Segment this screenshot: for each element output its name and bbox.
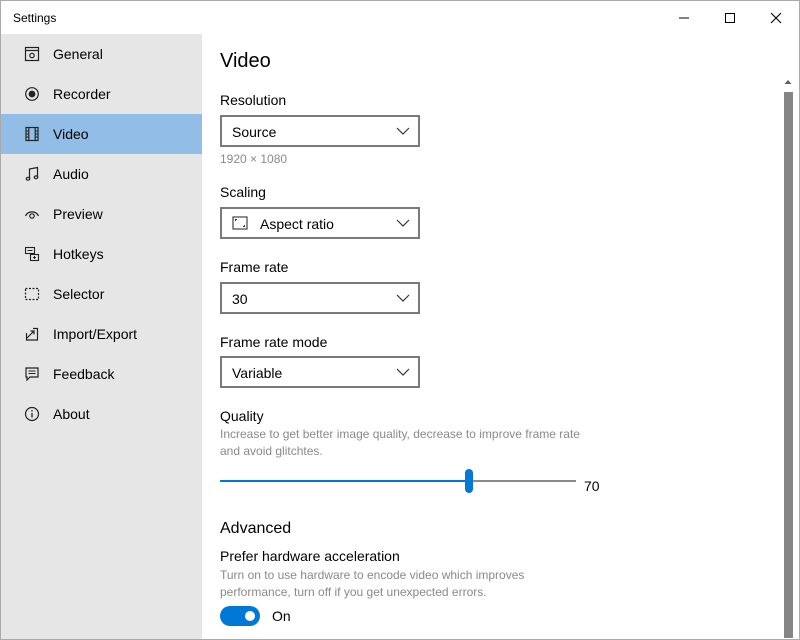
- toggle-knob: [245, 611, 255, 621]
- eye-icon: [23, 205, 41, 223]
- scroll-up-arrow-icon[interactable]: [784, 78, 792, 86]
- sidebar-item-label: Audio: [53, 166, 89, 182]
- hw-accel-toggle[interactable]: [220, 606, 260, 626]
- frame-rate-value: 30: [232, 291, 248, 307]
- scaling-dropdown[interactable]: Aspect ratio: [220, 207, 420, 239]
- scrollbar-thumb[interactable]: [784, 92, 793, 638]
- frame-rate-mode-dropdown[interactable]: Variable: [220, 356, 420, 388]
- maximize-button[interactable]: [707, 1, 753, 34]
- sidebar-item-label: Recorder: [53, 86, 111, 102]
- sidebar-item-hotkeys[interactable]: Hotkeys: [1, 234, 202, 274]
- sidebar-item-feedback[interactable]: Feedback: [1, 354, 202, 394]
- frame-rate-label: Frame rate: [220, 259, 289, 275]
- sidebar-item-label: Feedback: [53, 366, 115, 382]
- chevron-down-icon: [396, 127, 410, 135]
- sidebar-item-label: Import/Export: [53, 326, 138, 342]
- keyboard-shortcut-icon: [23, 245, 41, 263]
- resolution-label: Resolution: [220, 92, 287, 108]
- frame-rate-dropdown[interactable]: 30: [220, 282, 420, 314]
- sidebar-item-preview[interactable]: Preview: [1, 194, 202, 234]
- hw-accel-label: Prefer hardware acceleration: [220, 548, 400, 564]
- hw-accel-hint-line2: performance, turn off if you get unexpec…: [220, 585, 487, 599]
- frame-rate-mode-value: Variable: [232, 365, 283, 381]
- sidebar-item-label: General: [53, 46, 103, 62]
- maximize-icon: [725, 12, 735, 23]
- frame-rate-mode-label: Frame rate mode: [220, 334, 328, 350]
- hw-accel-state-label: On: [272, 608, 291, 624]
- quality-value: 70: [584, 478, 600, 494]
- close-button[interactable]: [753, 1, 799, 34]
- film-icon: [23, 125, 41, 143]
- sidebar-item-video[interactable]: Video: [1, 114, 202, 154]
- resolution-hint: 1920 × 1080: [220, 152, 288, 166]
- sidebar-item-label: Video: [53, 126, 89, 142]
- scaling-value: Aspect ratio: [260, 216, 334, 232]
- sidebar-item-audio[interactable]: Audio: [1, 154, 202, 194]
- advanced-section-title: Advanced: [220, 520, 292, 537]
- sidebar: General Recorder Video Audio Preview Hot…: [1, 34, 202, 639]
- quality-slider-fill: [220, 480, 470, 482]
- content-scrollbar[interactable]: [780, 78, 797, 639]
- title-bar: Settings: [1, 1, 799, 34]
- resolution-value: Source: [232, 124, 277, 140]
- minimize-button[interactable]: [661, 1, 707, 34]
- minimize-icon: [679, 17, 689, 18]
- sidebar-item-label: Hotkeys: [53, 246, 104, 262]
- sidebar-item-label: Preview: [53, 206, 103, 222]
- sidebar-item-label: Selector: [53, 286, 105, 302]
- monitor-settings-icon: [23, 45, 41, 63]
- quality-hint-line1: Increase to get better image quality, de…: [220, 427, 580, 441]
- chevron-down-icon: [396, 294, 410, 302]
- quality-slider-thumb[interactable]: [465, 469, 474, 493]
- settings-content: Video Resolution Source 1920 × 1080 Scal…: [202, 34, 799, 639]
- sidebar-item-recorder[interactable]: Recorder: [1, 74, 202, 114]
- close-icon: [770, 12, 782, 23]
- aspect-ratio-icon: [232, 216, 248, 230]
- music-note-icon: [23, 165, 41, 183]
- record-icon: [23, 85, 41, 103]
- sidebar-item-label: About: [53, 406, 90, 422]
- import-export-icon: [23, 325, 41, 343]
- chevron-down-icon: [396, 219, 410, 227]
- quality-label: Quality: [220, 408, 264, 424]
- hw-accel-hint-line1: Turn on to use hardware to encode video …: [220, 568, 525, 582]
- resolution-dropdown[interactable]: Source: [220, 115, 420, 147]
- quality-hint-line2: and avoid glitchtes.: [220, 444, 323, 458]
- sidebar-item-general[interactable]: General: [1, 34, 202, 74]
- dashed-selection-icon: [23, 285, 41, 303]
- window-title: Settings: [13, 11, 57, 25]
- feedback-icon: [23, 365, 41, 383]
- sidebar-item-about[interactable]: About: [1, 394, 202, 434]
- page-title: Video: [220, 50, 271, 72]
- chevron-down-icon: [396, 368, 410, 376]
- sidebar-item-selector[interactable]: Selector: [1, 274, 202, 314]
- scaling-label: Scaling: [220, 184, 266, 200]
- info-icon: [23, 405, 41, 423]
- settings-window: Settings General Recorder Video Audio Pr…: [0, 0, 800, 640]
- sidebar-item-import-export[interactable]: Import/Export: [1, 314, 202, 354]
